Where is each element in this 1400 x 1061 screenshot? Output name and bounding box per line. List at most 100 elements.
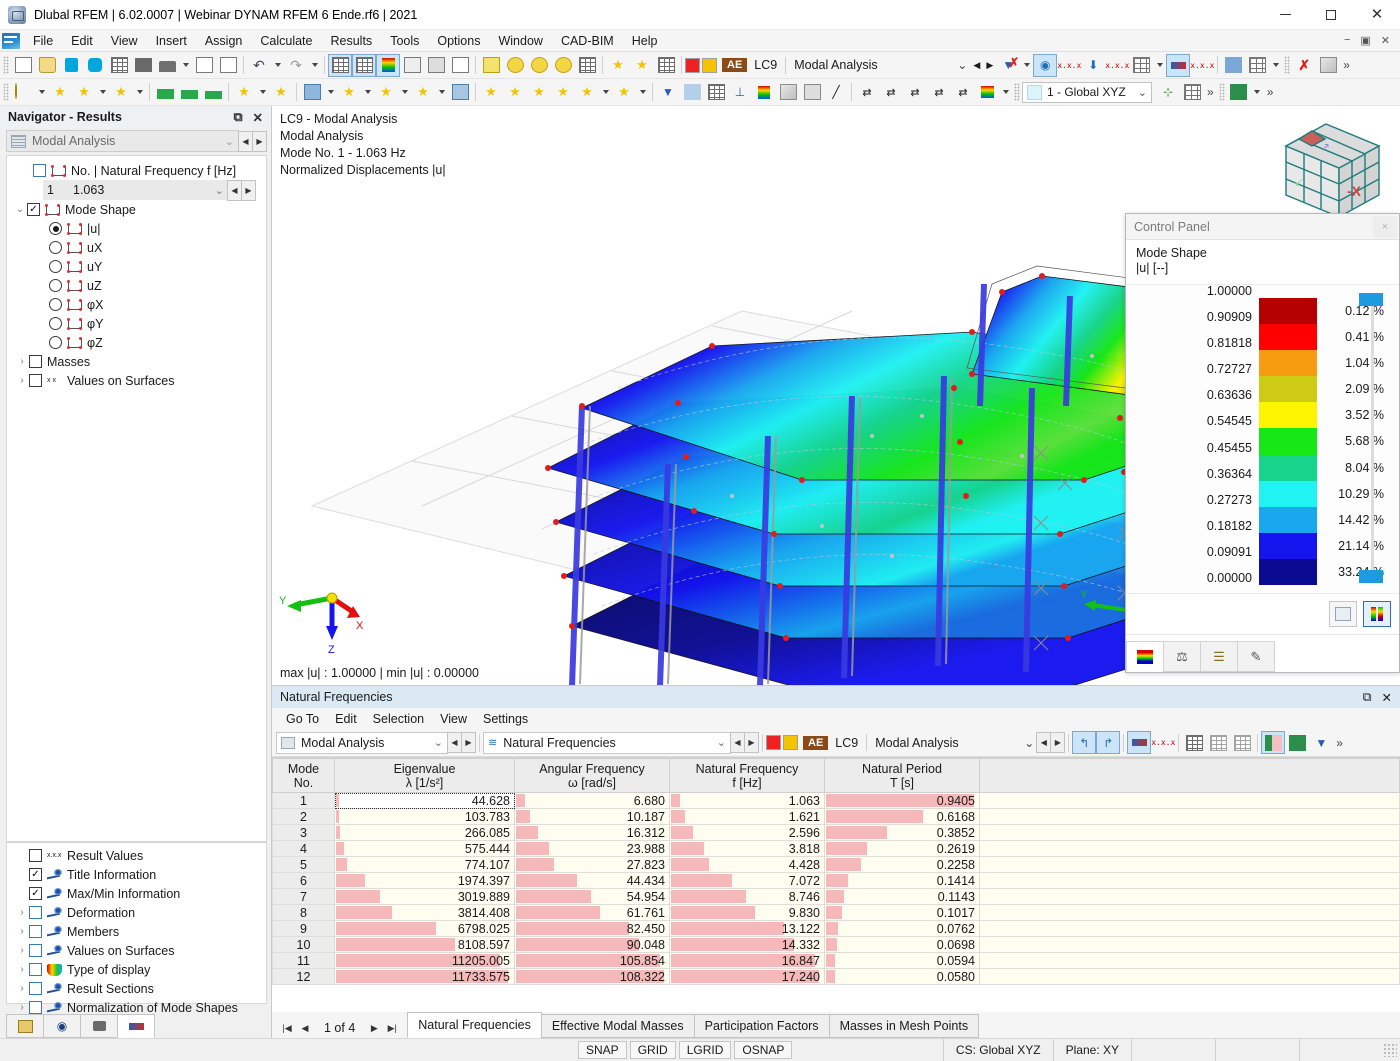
cell-blank[interactable] bbox=[979, 824, 1400, 841]
menu-insert[interactable]: Insert bbox=[147, 31, 196, 51]
maximize-button[interactable] bbox=[1308, 0, 1354, 30]
zoom-in-icon[interactable] bbox=[527, 54, 551, 77]
cell-freq[interactable]: 9.830 bbox=[669, 904, 825, 921]
cell-blank[interactable] bbox=[979, 952, 1400, 969]
display-item-deformation[interactable]: › Deformation bbox=[7, 903, 266, 922]
navigator-analysis-select[interactable]: Modal Analysis ⌄ bbox=[6, 130, 239, 152]
result-diagram-icon[interactable] bbox=[1166, 53, 1191, 77]
cell-eigenvalue[interactable]: 1974.397 bbox=[334, 872, 515, 889]
print-dropdown-icon[interactable] bbox=[179, 54, 192, 77]
cell-mode-no[interactable]: 10 bbox=[272, 936, 335, 953]
cell-mode-no[interactable]: 1 bbox=[272, 792, 335, 809]
cp-tab-factors[interactable]: ⚖ bbox=[1163, 641, 1201, 672]
members-expand-icon[interactable]: › bbox=[15, 926, 29, 937]
imperfection-icon[interactable]: ★ bbox=[612, 81, 636, 104]
result-values-checkbox[interactable] bbox=[29, 849, 42, 862]
cell-blank[interactable] bbox=[979, 872, 1400, 889]
toolbar-grip[interactable] bbox=[3, 56, 9, 74]
deformation-expand-icon[interactable]: › bbox=[15, 907, 29, 918]
table-tab-masses-in-mesh-points[interactable]: Masses in Mesh Points bbox=[828, 1014, 980, 1038]
cell-blank[interactable] bbox=[979, 888, 1400, 905]
cell-mode-no[interactable]: 8 bbox=[272, 904, 335, 921]
cell-mode-no[interactable]: 5 bbox=[272, 856, 335, 873]
masses-checkbox[interactable] bbox=[29, 355, 42, 368]
new-solid-set-icon[interactable] bbox=[448, 81, 472, 104]
values-surfaces-expand-icon[interactable]: › bbox=[15, 375, 29, 386]
table-redo-selection-icon[interactable]: ↱ bbox=[1096, 731, 1121, 754]
toolbar2-overflow-icon[interactable]: » bbox=[1204, 85, 1217, 99]
color-swatch-yellow[interactable] bbox=[702, 57, 717, 73]
cell-omega[interactable]: 82.450 bbox=[514, 920, 670, 937]
table-toolbar-overflow-icon[interactable]: » bbox=[1333, 736, 1346, 750]
table-filter-icon[interactable]: ▼ bbox=[1309, 731, 1333, 754]
support-values-icon[interactable]: x.x.x bbox=[1105, 54, 1129, 77]
cell-eigenvalue[interactable]: 11733.575 bbox=[334, 968, 515, 985]
menu-help[interactable]: Help bbox=[623, 31, 667, 51]
tod-expand-icon[interactable]: › bbox=[15, 964, 29, 975]
document-icon[interactable] bbox=[216, 54, 240, 77]
line-tool-icon[interactable]: ╱ bbox=[824, 81, 848, 104]
table-partial-grid-icon[interactable] bbox=[1230, 731, 1254, 754]
load-case-prev-icon[interactable]: ◀ bbox=[970, 54, 983, 77]
natural-frequencies-table[interactable]: Mode No. Eigenvalue λ [1/s²] Angular Fre… bbox=[272, 758, 1400, 985]
list-icon[interactable] bbox=[448, 54, 472, 77]
legend-color-scale-icon[interactable] bbox=[1363, 601, 1391, 627]
menu-results[interactable]: Results bbox=[322, 31, 382, 51]
menu-options[interactable]: Options bbox=[428, 31, 489, 51]
table-select-prev[interactable]: ◀ bbox=[730, 732, 745, 753]
tree-item-component-u[interactable]: |u| bbox=[7, 219, 266, 238]
mode-next-button[interactable]: ▶ bbox=[241, 179, 256, 201]
toolbar2-grip[interactable] bbox=[3, 83, 9, 101]
pager-next-button[interactable]: ▶ bbox=[365, 1018, 383, 1038]
table-menu-edit[interactable]: Edit bbox=[327, 710, 365, 728]
tree-item-component-ux[interactable]: uX bbox=[7, 238, 266, 257]
table-tab-natural-frequencies[interactable]: Natural Frequencies bbox=[407, 1012, 542, 1038]
legend-edit-icon[interactable] bbox=[1329, 601, 1357, 627]
cp-tab-color-scale[interactable] bbox=[1126, 641, 1164, 672]
nodal-support-icon[interactable] bbox=[153, 81, 177, 104]
menu-file[interactable]: File bbox=[24, 31, 62, 51]
cell-blank[interactable] bbox=[979, 792, 1400, 809]
toolbar2-grip-3[interactable] bbox=[1218, 83, 1225, 101]
display-item-result-values[interactable]: x.x.x Result Values bbox=[7, 846, 266, 865]
table-row[interactable]: 10 8108.597 90.048 14.332 0.0698 bbox=[272, 936, 1400, 953]
table-lc-prev[interactable]: ◀ bbox=[1036, 732, 1052, 753]
tree-item-component-phiz[interactable]: φZ bbox=[7, 333, 266, 352]
cp-tab-user-defined[interactable]: ✎ bbox=[1237, 641, 1275, 672]
mesh-display-icon[interactable] bbox=[1129, 54, 1153, 77]
table-menu-goto[interactable]: Go To bbox=[278, 710, 327, 728]
cell-mode-no[interactable]: 2 bbox=[272, 808, 335, 825]
show-deformation-icon[interactable]: ◉ bbox=[1033, 53, 1058, 77]
table-select[interactable]: ≋ Natural Frequencies ⌄ bbox=[483, 731, 731, 754]
surface-set-dropdown-icon[interactable] bbox=[398, 81, 411, 104]
legend-range-slider[interactable] bbox=[1359, 293, 1383, 583]
values-surfaces-checkbox[interactable] bbox=[29, 374, 42, 387]
cell-omega[interactable]: 44.434 bbox=[514, 872, 670, 889]
toolbar2-overflow-2-icon[interactable]: » bbox=[1264, 85, 1277, 99]
cell-blank[interactable] bbox=[979, 968, 1400, 985]
calculate-icon[interactable]: ▼ bbox=[656, 81, 680, 104]
cell-freq[interactable]: 8.746 bbox=[669, 888, 825, 905]
new-surface-set-icon[interactable]: ★ bbox=[374, 81, 398, 104]
new-member-set-icon[interactable]: ★ bbox=[411, 81, 435, 104]
cell-eigenvalue[interactable]: 11205.005 bbox=[334, 952, 515, 969]
pan-icon[interactable] bbox=[551, 54, 575, 77]
opening-dropdown-icon[interactable] bbox=[361, 81, 374, 104]
surface-load-icon[interactable]: ★ bbox=[551, 81, 575, 104]
cell-freq[interactable]: 17.240 bbox=[669, 968, 825, 985]
cell-freq[interactable]: 16.847 bbox=[669, 952, 825, 969]
zoom-window-icon[interactable] bbox=[503, 54, 527, 77]
result-table-icon[interactable] bbox=[704, 81, 728, 104]
cell-omega[interactable]: 108.322 bbox=[514, 968, 670, 985]
table-row[interactable]: 3 266.085 16.312 2.596 0.3852 bbox=[272, 824, 1400, 841]
display-item-values-on-surfaces[interactable]: › Values on Surfaces bbox=[7, 941, 266, 960]
line-load-icon[interactable]: ★ bbox=[503, 81, 527, 104]
console-icon[interactable] bbox=[400, 54, 424, 77]
member-load-icon[interactable]: ★ bbox=[527, 81, 551, 104]
tree-item-component-phix[interactable]: φX bbox=[7, 295, 266, 314]
load-distribution-3-icon[interactable]: ⇄ bbox=[903, 81, 927, 104]
navigator-analysis-prev[interactable]: ◀ bbox=[238, 130, 253, 152]
filter-clear-icon[interactable]: ▼ ✗ bbox=[996, 54, 1020, 77]
table-menu-settings[interactable]: Settings bbox=[475, 710, 536, 728]
table-row[interactable]: 9 6798.025 82.450 13.122 0.0762 bbox=[272, 920, 1400, 937]
